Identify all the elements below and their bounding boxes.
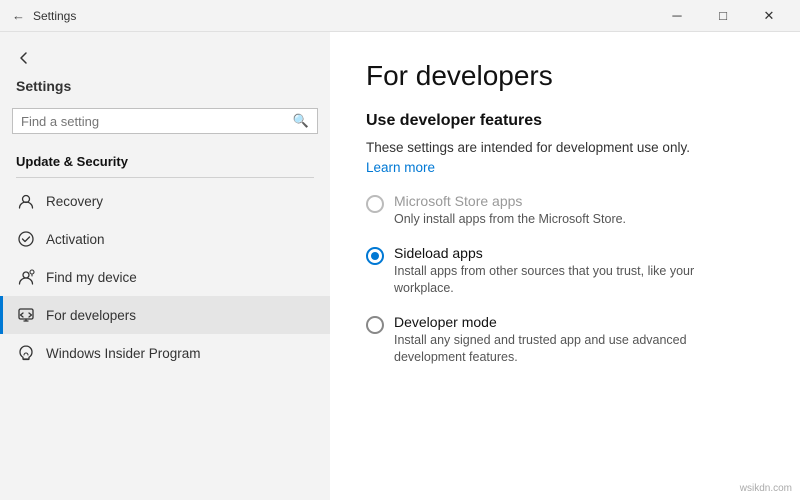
- radio-option-dev-mode[interactable]: Developer mode Install any signed and tr…: [366, 314, 764, 367]
- sideload-text: Sideload apps Install apps from other so…: [394, 245, 734, 298]
- windows-insider-icon: [16, 344, 36, 362]
- search-icon: 🔍: [293, 113, 309, 129]
- dev-mode-sublabel: Install any signed and trusted app and u…: [394, 332, 734, 367]
- radio-ms-store[interactable]: [366, 195, 384, 213]
- radio-option-sideload[interactable]: Sideload apps Install apps from other so…: [366, 245, 764, 298]
- sidebar-item-activation-label: Activation: [46, 232, 105, 247]
- learn-more-link[interactable]: Learn more: [366, 160, 435, 175]
- sidebar-item-windows-insider[interactable]: Windows Insider Program: [0, 334, 330, 372]
- sidebar-item-for-developers[interactable]: For developers: [0, 296, 330, 334]
- section-description: These settings are intended for developm…: [366, 140, 764, 155]
- back-icon: [16, 50, 32, 66]
- radio-sideload[interactable]: [366, 247, 384, 265]
- content-area: For developers Use developer features Th…: [330, 32, 800, 500]
- radio-dev-mode[interactable]: [366, 316, 384, 334]
- ms-store-label: Microsoft Store apps: [394, 193, 626, 209]
- sidebar-app-title: Settings: [0, 72, 330, 108]
- sidebar-item-recovery-label: Recovery: [46, 194, 103, 209]
- title-bar-title: Settings: [33, 9, 76, 23]
- title-bar: ← Settings ─ □ ✕: [0, 0, 800, 32]
- ms-store-text: Microsoft Store apps Only install apps f…: [394, 193, 626, 229]
- page-title: For developers: [366, 60, 764, 92]
- find-my-device-icon: [16, 268, 36, 286]
- sidebar-item-activation[interactable]: Activation: [0, 220, 330, 258]
- sidebar-back-button[interactable]: [0, 44, 330, 72]
- sidebar: Settings 🔍 Update & Security Recovery: [0, 32, 330, 500]
- title-bar-controls: ─ □ ✕: [654, 0, 792, 32]
- watermark: wsikdn.com: [740, 483, 792, 494]
- nav-divider: [16, 177, 314, 178]
- radio-option-ms-store[interactable]: Microsoft Store apps Only install apps f…: [366, 193, 764, 229]
- app-body: Settings 🔍 Update & Security Recovery: [0, 32, 800, 500]
- dev-mode-text: Developer mode Install any signed and tr…: [394, 314, 734, 367]
- close-button[interactable]: ✕: [746, 0, 792, 32]
- for-developers-icon: [16, 306, 36, 324]
- activation-icon: [16, 230, 36, 248]
- section-subtitle: Use developer features: [366, 112, 764, 130]
- radio-sideload-inner: [371, 252, 379, 260]
- dev-mode-label: Developer mode: [394, 314, 734, 330]
- title-bar-left: ← Settings: [12, 8, 76, 23]
- sidebar-item-find-my-device-label: Find my device: [46, 270, 137, 285]
- ms-store-sublabel: Only install apps from the Microsoft Sto…: [394, 211, 626, 229]
- minimize-button[interactable]: ─: [654, 0, 700, 32]
- title-bar-back-icon[interactable]: ←: [12, 8, 25, 23]
- sidebar-item-recovery[interactable]: Recovery: [0, 182, 330, 220]
- sideload-sublabel: Install apps from other sources that you…: [394, 263, 734, 298]
- maximize-button[interactable]: □: [700, 0, 746, 32]
- sidebar-item-find-my-device[interactable]: Find my device: [0, 258, 330, 296]
- sideload-label: Sideload apps: [394, 245, 734, 261]
- sidebar-item-windows-insider-label: Windows Insider Program: [46, 346, 201, 361]
- section-header: Update & Security: [0, 146, 330, 173]
- sidebar-item-for-developers-label: For developers: [46, 308, 136, 323]
- search-box[interactable]: 🔍: [12, 108, 318, 134]
- recovery-icon: [16, 192, 36, 210]
- search-input[interactable]: [21, 114, 293, 129]
